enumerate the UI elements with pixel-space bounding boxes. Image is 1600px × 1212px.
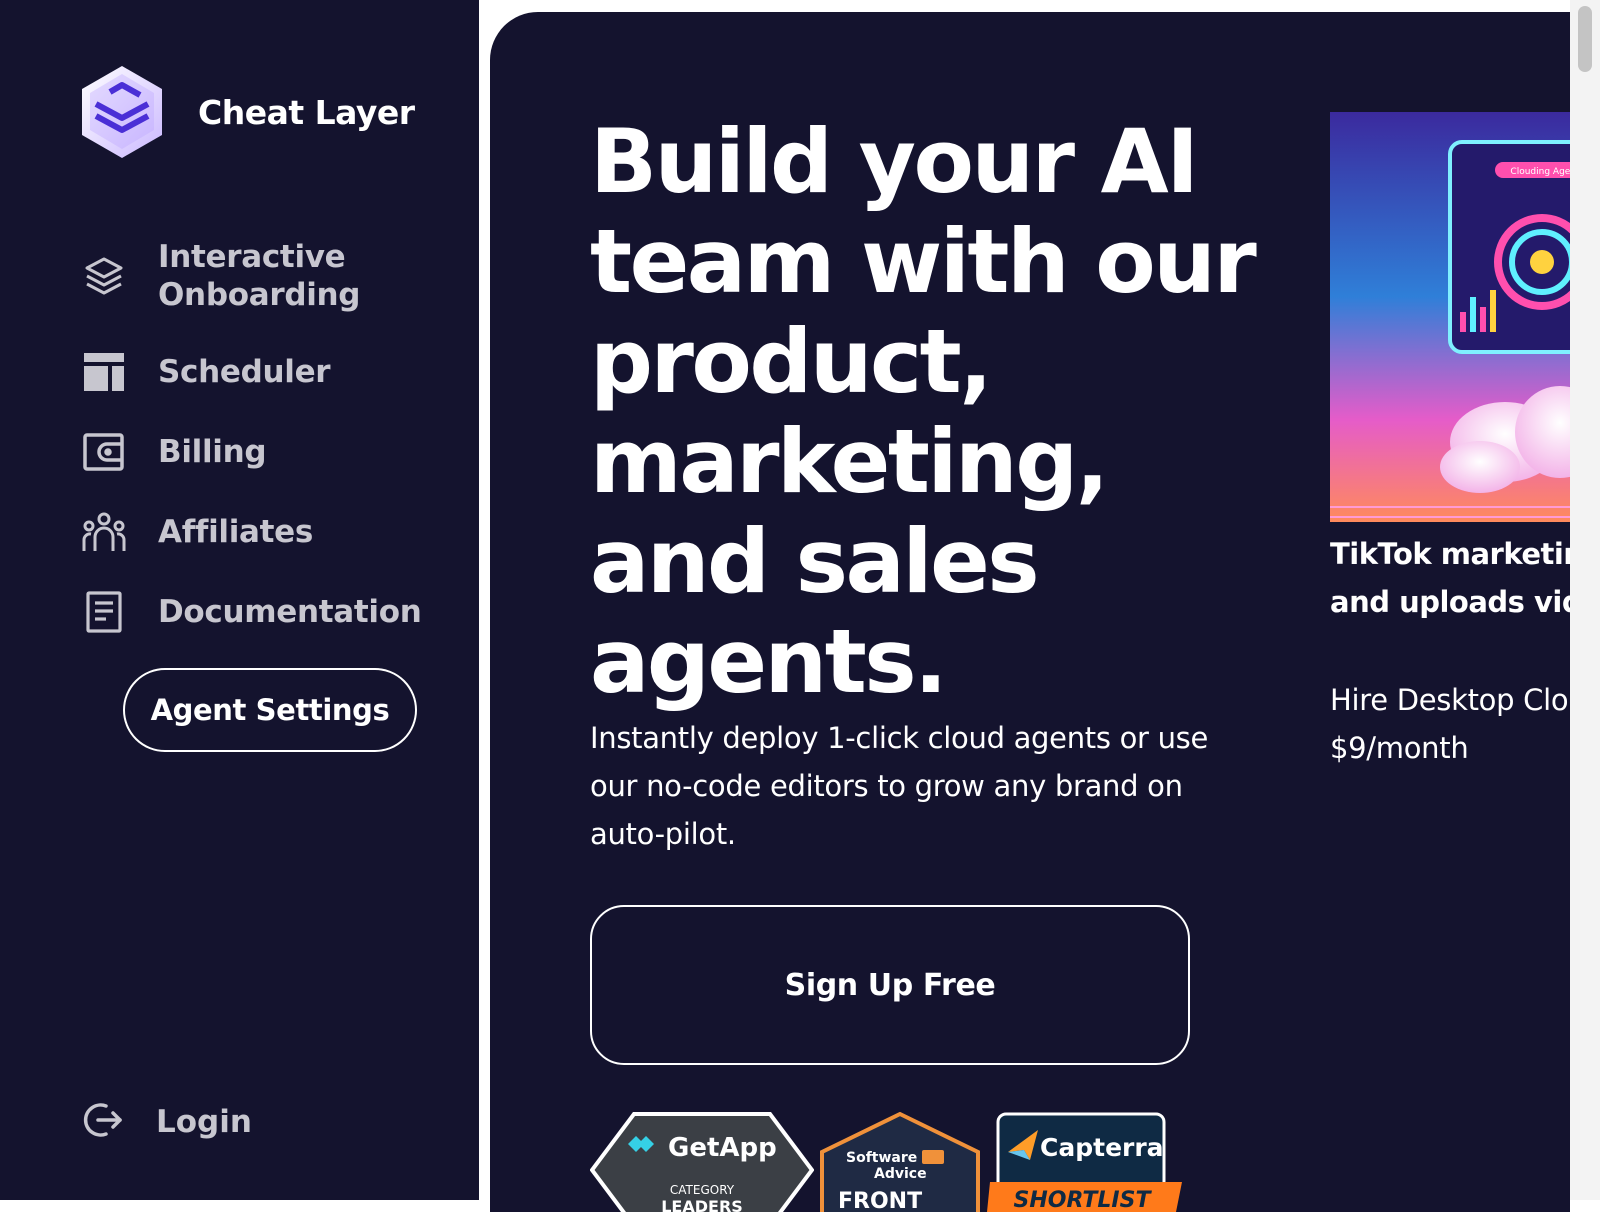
wallet-icon bbox=[82, 430, 126, 474]
layers-hexagon-logo bbox=[82, 66, 162, 158]
brand[interactable]: Cheat Layer bbox=[80, 64, 415, 160]
agent-card-desc-line1: Hire Desktop Clo bbox=[1330, 683, 1569, 717]
login-link[interactable]: Login bbox=[82, 1100, 252, 1144]
users-icon bbox=[82, 510, 126, 554]
agent-card-title-line2: and uploads vid bbox=[1330, 585, 1570, 619]
capterra-badge: Capterra SHORTLIST bbox=[987, 1112, 1182, 1212]
software-advice-brand-line2: Advice bbox=[874, 1166, 927, 1182]
hero-subtitle: Instantly deploy 1-click cloud agents or… bbox=[590, 721, 1209, 851]
scrollbar-track[interactable] bbox=[1570, 0, 1600, 1200]
sidebar-item-label: Interactive Onboarding bbox=[158, 239, 361, 313]
agent-card-image-label: Clouding Agent bbox=[1510, 167, 1570, 177]
layout-icon bbox=[82, 350, 126, 394]
hero-title: Build your AI team with our product, mar… bbox=[590, 110, 1257, 713]
sidebar-item-billing[interactable]: Billing bbox=[82, 430, 267, 474]
capterra-brand: Capterra bbox=[1040, 1133, 1164, 1162]
capterra-line: SHORTLIST bbox=[1014, 1188, 1153, 1212]
software-advice-line: FRONT bbox=[838, 1189, 922, 1212]
sidebar-item-documentation[interactable]: Documentation bbox=[82, 590, 422, 634]
stack-icon bbox=[82, 254, 126, 298]
software-advice-brand-line1: Software bbox=[846, 1150, 917, 1166]
login-label: Login bbox=[156, 1104, 252, 1140]
agent-card[interactable]: Clouding Agent TikTok marketin and uploa… bbox=[1330, 112, 1570, 772]
getapp-badge: GetApp CATEGORY LEADERS bbox=[590, 1112, 814, 1212]
brand-name: Cheat Layer bbox=[198, 92, 415, 132]
sidebar-item-label: Affiliates bbox=[158, 514, 314, 550]
getapp-brand: GetApp bbox=[668, 1133, 777, 1163]
document-icon bbox=[82, 590, 126, 634]
sidebar: Cheat Layer Interactive Onboarding Sched… bbox=[0, 0, 479, 1200]
software-advice-badge: Software Advice FRONT bbox=[820, 1112, 980, 1212]
getapp-line1: CATEGORY bbox=[670, 1183, 735, 1197]
sign-up-button[interactable]: Sign Up Free bbox=[590, 905, 1190, 1065]
getapp-line2: LEADERS bbox=[661, 1197, 743, 1212]
award-badges: GetApp CATEGORY LEADERS Software Advice … bbox=[590, 1112, 1190, 1212]
agent-card-price: $9/month bbox=[1330, 731, 1469, 765]
sidebar-item-label: Scheduler bbox=[158, 354, 331, 390]
agent-card-title-line1: TikTok marketin bbox=[1330, 537, 1570, 571]
logout-icon bbox=[82, 1100, 124, 1144]
agent-card-title: TikTok marketin and uploads vid bbox=[1330, 530, 1570, 626]
sidebar-item-label: Documentation bbox=[158, 594, 422, 630]
scrollbar-thumb[interactable] bbox=[1578, 6, 1592, 72]
sidebar-item-label: Billing bbox=[158, 434, 267, 470]
main-content: Build your AI team with our product, mar… bbox=[490, 12, 1570, 1212]
agent-card-image: Clouding Agent bbox=[1330, 112, 1570, 522]
sidebar-item-interactive-onboarding[interactable]: Interactive Onboarding bbox=[82, 238, 378, 314]
agent-card-description: Hire Desktop Clo $9/month bbox=[1330, 676, 1570, 772]
sidebar-item-affiliates[interactable]: Affiliates bbox=[82, 510, 313, 554]
agent-settings-button[interactable]: Agent Settings bbox=[123, 668, 417, 752]
sidebar-item-scheduler[interactable]: Scheduler bbox=[82, 350, 331, 394]
